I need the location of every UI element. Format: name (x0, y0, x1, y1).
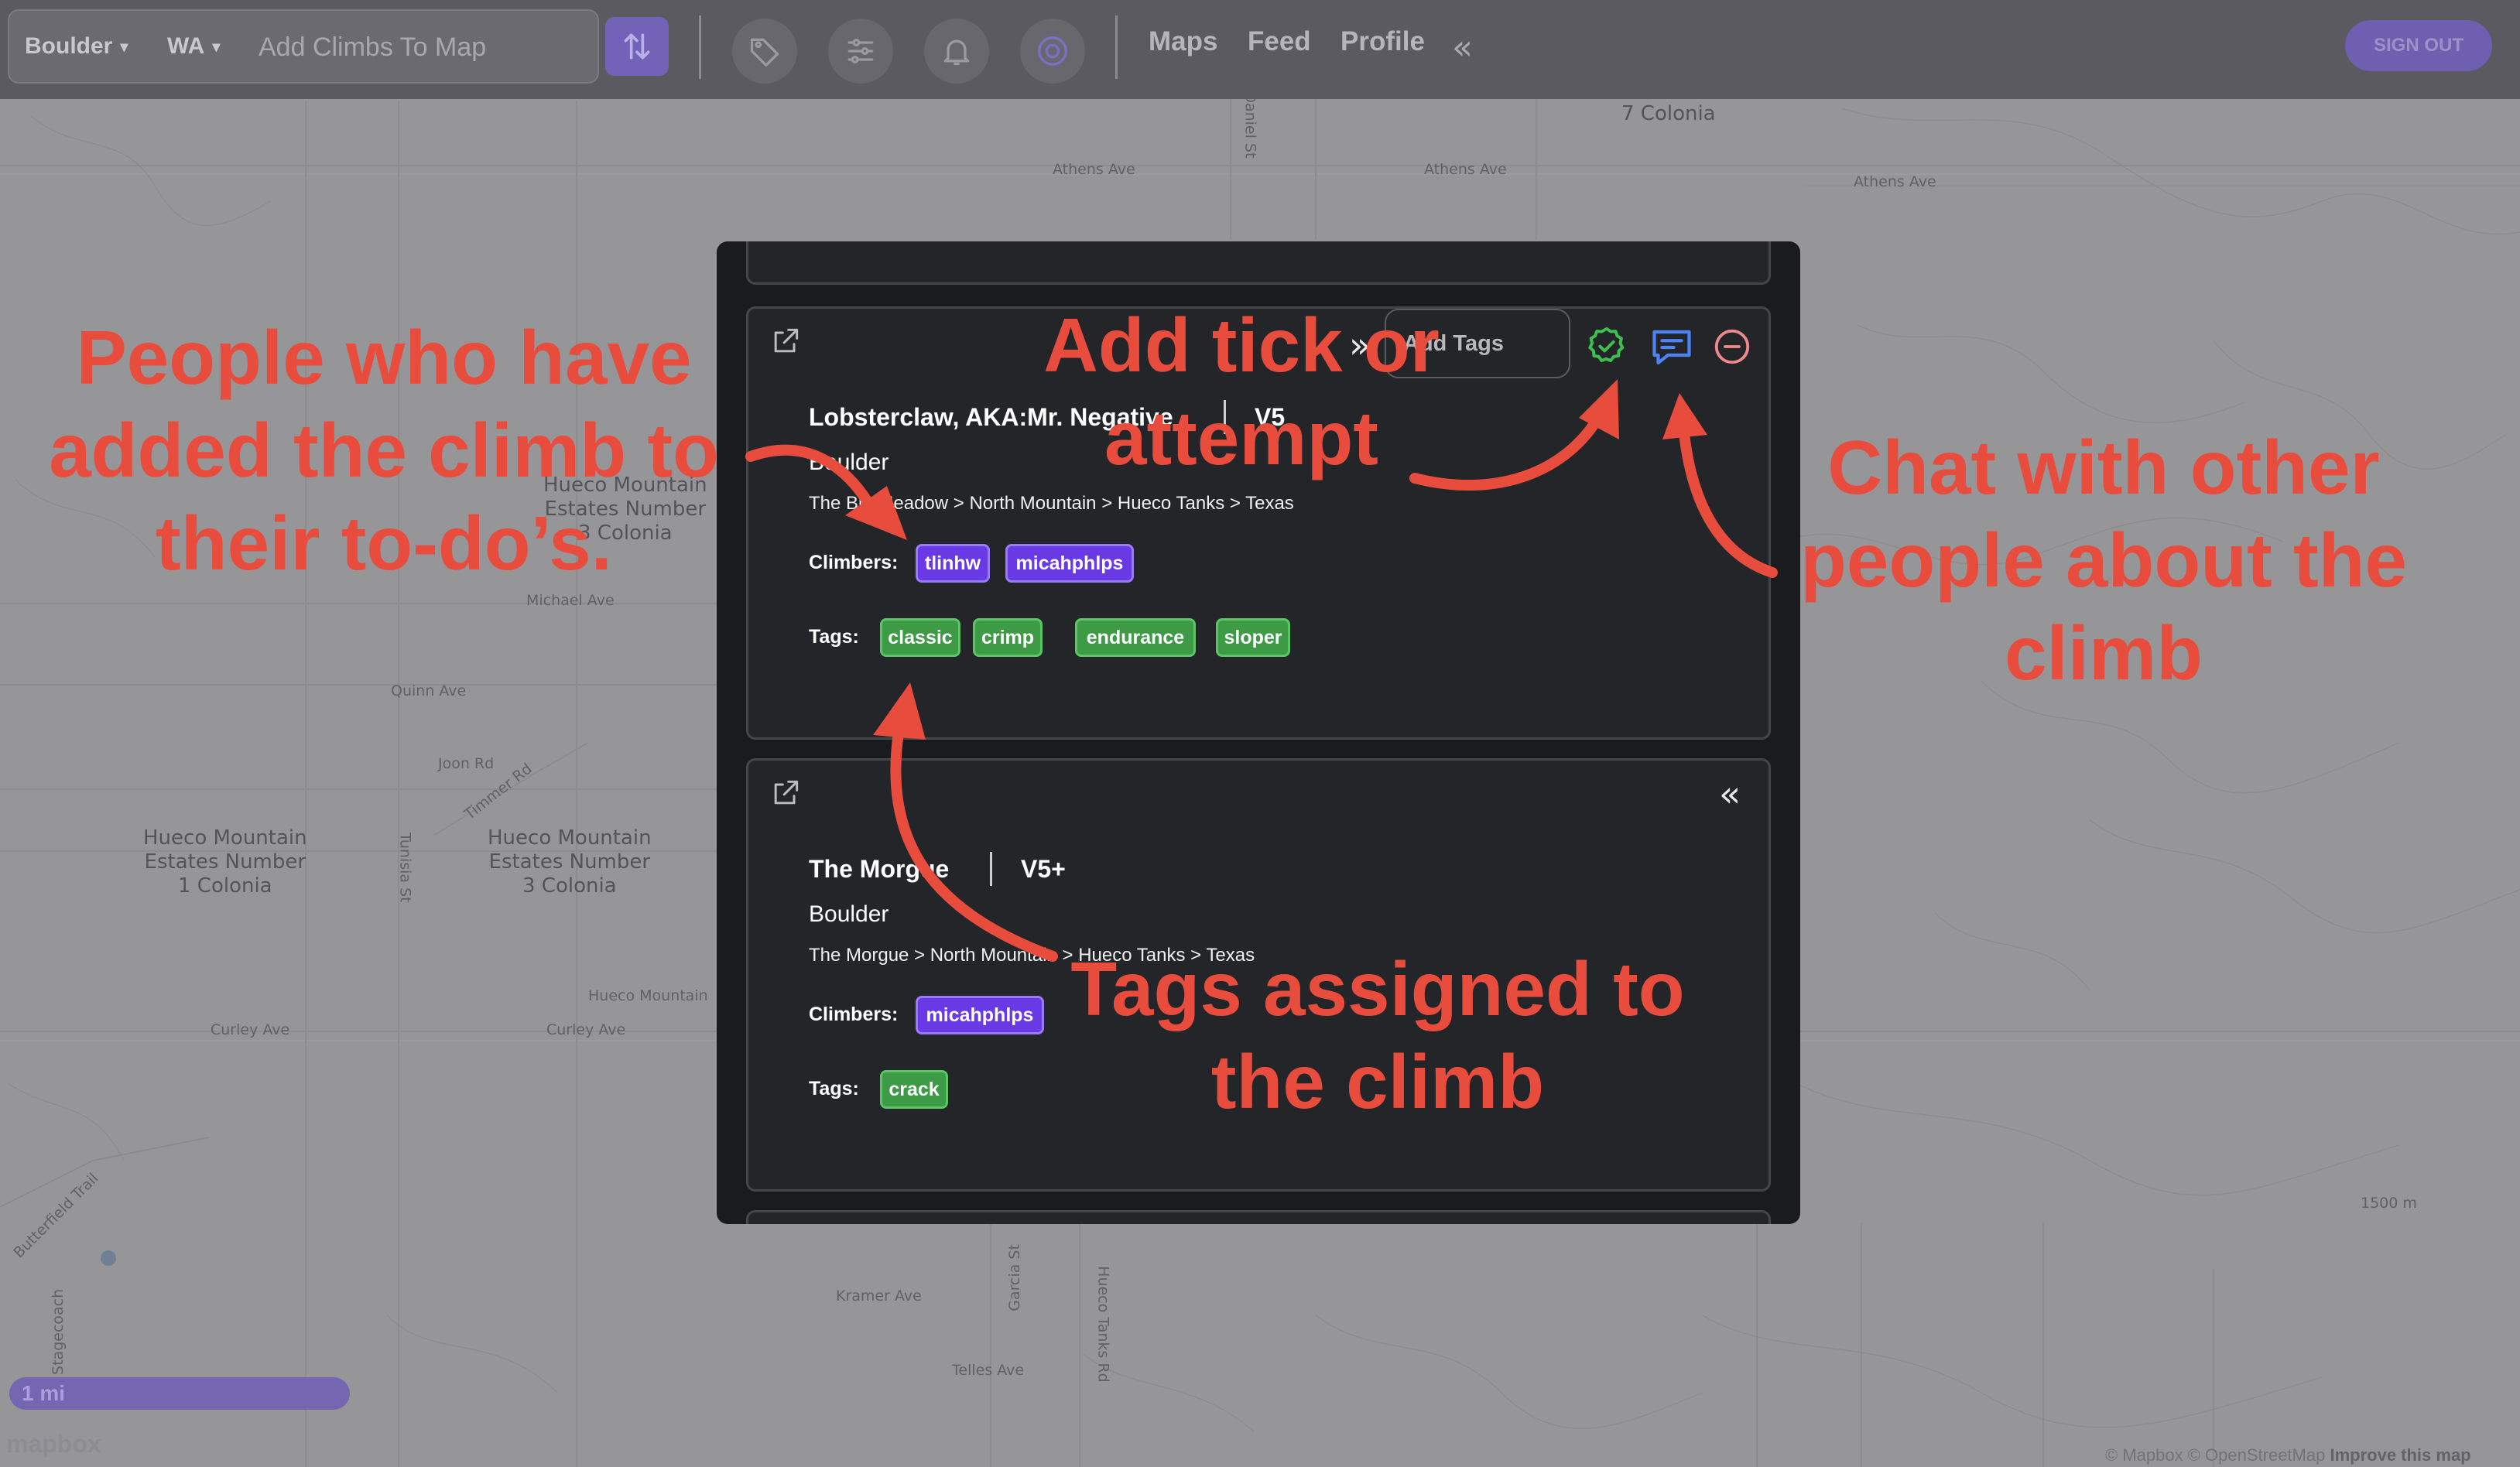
climb-type-value: Boulder (25, 33, 113, 59)
tag-chip[interactable]: crimp (973, 618, 1043, 657)
bell-icon (943, 39, 970, 66)
double-chevron-left-icon[interactable]: « (1452, 28, 1473, 67)
external-link-icon[interactable] (769, 776, 803, 813)
tags-filter-button[interactable] (732, 19, 797, 84)
climb-type: Boulder (809, 901, 889, 927)
tag-chip[interactable]: classic (880, 618, 960, 657)
double-chevron-left-icon[interactable]: « (1719, 773, 1741, 815)
map-attribution[interactable]: © Mapbox © OpenStreetMap Improve this ma… (2105, 1445, 2471, 1465)
annotation-tick: Add tick or attempt (1040, 299, 1443, 484)
chevron-down-icon: ▾ (212, 38, 221, 56)
climber-chip[interactable]: micahphlps (1005, 544, 1134, 583)
divider (1115, 15, 1118, 79)
sliders-icon (847, 39, 874, 63)
annotation-todos: People who have added the climb to their… (43, 311, 724, 590)
tag-chip[interactable]: endurance (1075, 618, 1196, 657)
climb-card-partial (746, 1210, 1771, 1224)
divider (699, 15, 701, 79)
tick-check-icon[interactable] (1585, 324, 1628, 371)
add-climbs-input[interactable] (257, 25, 585, 70)
swap-vertical-icon (624, 33, 650, 60)
climb-grade: V5+ (1021, 855, 1066, 883)
climb-search-box: Boulder ▾ WA ▾ (8, 9, 599, 84)
improve-map-link[interactable]: Improve this map (2330, 1445, 2470, 1465)
attribution-text: © Mapbox © OpenStreetMap (2105, 1445, 2326, 1465)
annotation-chat: Chat with other people about the climb (1788, 421, 2419, 699)
chevron-down-icon: ▾ (120, 38, 128, 56)
region-value: WA (167, 33, 205, 59)
map-scale-bar: 1 mi (9, 1377, 350, 1410)
climb-type-select[interactable]: Boulder ▾ (25, 11, 128, 82)
tags-label: Tags: (809, 626, 859, 648)
tag-chip[interactable]: crack (880, 1070, 948, 1109)
tags-label: Tags: (809, 1078, 859, 1099)
climbers-label: Climbers: (809, 552, 899, 573)
climb-location-path: The Big Meadow > North Mountain > Hueco … (809, 493, 1294, 514)
annotation-text: Add tick or attempt (1043, 303, 1440, 480)
climber-chip[interactable]: micahphlps (916, 996, 1044, 1034)
tag-chip[interactable]: sloper (1216, 618, 1290, 657)
compass-icon (1038, 36, 1067, 66)
mapbox-logo[interactable]: mapbox (6, 1430, 101, 1458)
annotation-text: People who have added the climb to their… (49, 315, 719, 586)
swap-button[interactable] (605, 17, 669, 76)
remove-icon[interactable] (1711, 326, 1753, 371)
climber-chip[interactable]: tlinhw (916, 544, 990, 583)
annotation-tags: Tags assigned to the climb (1065, 942, 1690, 1128)
climb-name[interactable]: The Morgue (809, 855, 949, 884)
region-select[interactable]: WA ▾ (167, 11, 220, 82)
climb-card-partial (746, 241, 1771, 285)
tag-icon (750, 38, 779, 67)
notifications-button[interactable] (924, 19, 989, 84)
filters-button[interactable] (828, 19, 893, 84)
annotation-text: Tags assigned to the climb (1070, 946, 1685, 1124)
top-navigation-bar: Boulder ▾ WA ▾ Maps Feed Profile « SIGN OU… (0, 0, 2520, 99)
external-link-icon[interactable] (769, 324, 803, 361)
climb-type: Boulder (809, 450, 889, 475)
explore-button[interactable] (1020, 19, 1085, 84)
annotation-text: Chat with other people about the climb (1800, 425, 2407, 696)
nav-maps[interactable]: Maps (1149, 26, 1217, 57)
climbers-label: Climbers: (809, 1004, 899, 1025)
nav-feed[interactable]: Feed (1248, 26, 1311, 57)
chat-icon[interactable] (1649, 324, 1695, 374)
title-separator (990, 852, 992, 886)
nav-profile[interactable]: Profile (1340, 26, 1425, 57)
sign-out-button[interactable]: SIGN OUT (2345, 20, 2492, 71)
